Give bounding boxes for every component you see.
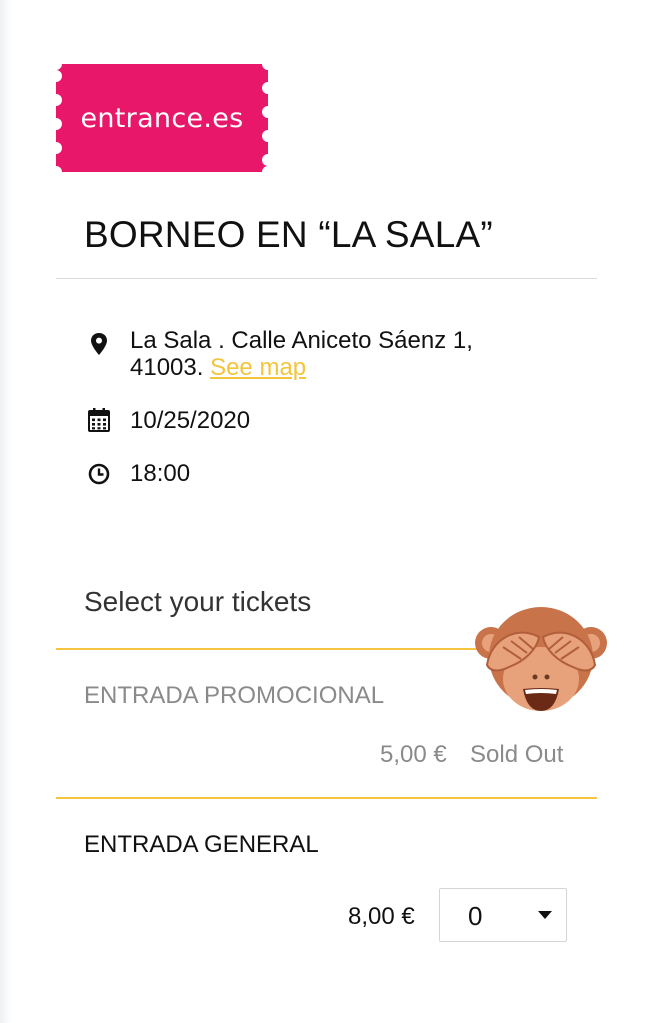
quantity-value: 0 <box>468 901 483 931</box>
title-divider <box>56 278 597 279</box>
calendar-icon <box>88 408 110 432</box>
ticket-price: 5,00 € <box>380 741 447 768</box>
tickets-divider <box>56 797 597 799</box>
event-address: La Sala . Calle Aniceto Sáenz 1, 41003. … <box>130 327 530 381</box>
event-title: BORNEO EN “LA SALA” <box>84 214 493 255</box>
scan-edge <box>0 0 12 1023</box>
map-marker-icon <box>91 333 107 355</box>
event-ticket-page: entrance.es BORNEO EN “LA SALA” La Sala … <box>0 0 651 1023</box>
clock-icon <box>88 463 110 485</box>
ticket-name: ENTRADA PROMOCIONAL <box>84 682 385 709</box>
sold-out-label: Sold Out <box>470 741 564 768</box>
ticket-price: 8,00 € <box>348 903 415 930</box>
event-date: 10/25/2020 <box>130 407 251 434</box>
entrance-logo[interactable]: entrance.es <box>56 64 268 172</box>
ticket-name: ENTRADA GENERAL <box>84 831 319 858</box>
quantity-select[interactable]: 0 <box>439 888 567 942</box>
see-map-link[interactable]: See map <box>210 354 306 381</box>
event-time: 18:00 <box>130 460 191 487</box>
caret-down-icon <box>538 911 552 919</box>
logo-text: entrance.es <box>80 102 244 134</box>
see-no-evil-monkey-emoji <box>475 607 607 711</box>
tickets-heading: Select your tickets <box>84 586 312 617</box>
